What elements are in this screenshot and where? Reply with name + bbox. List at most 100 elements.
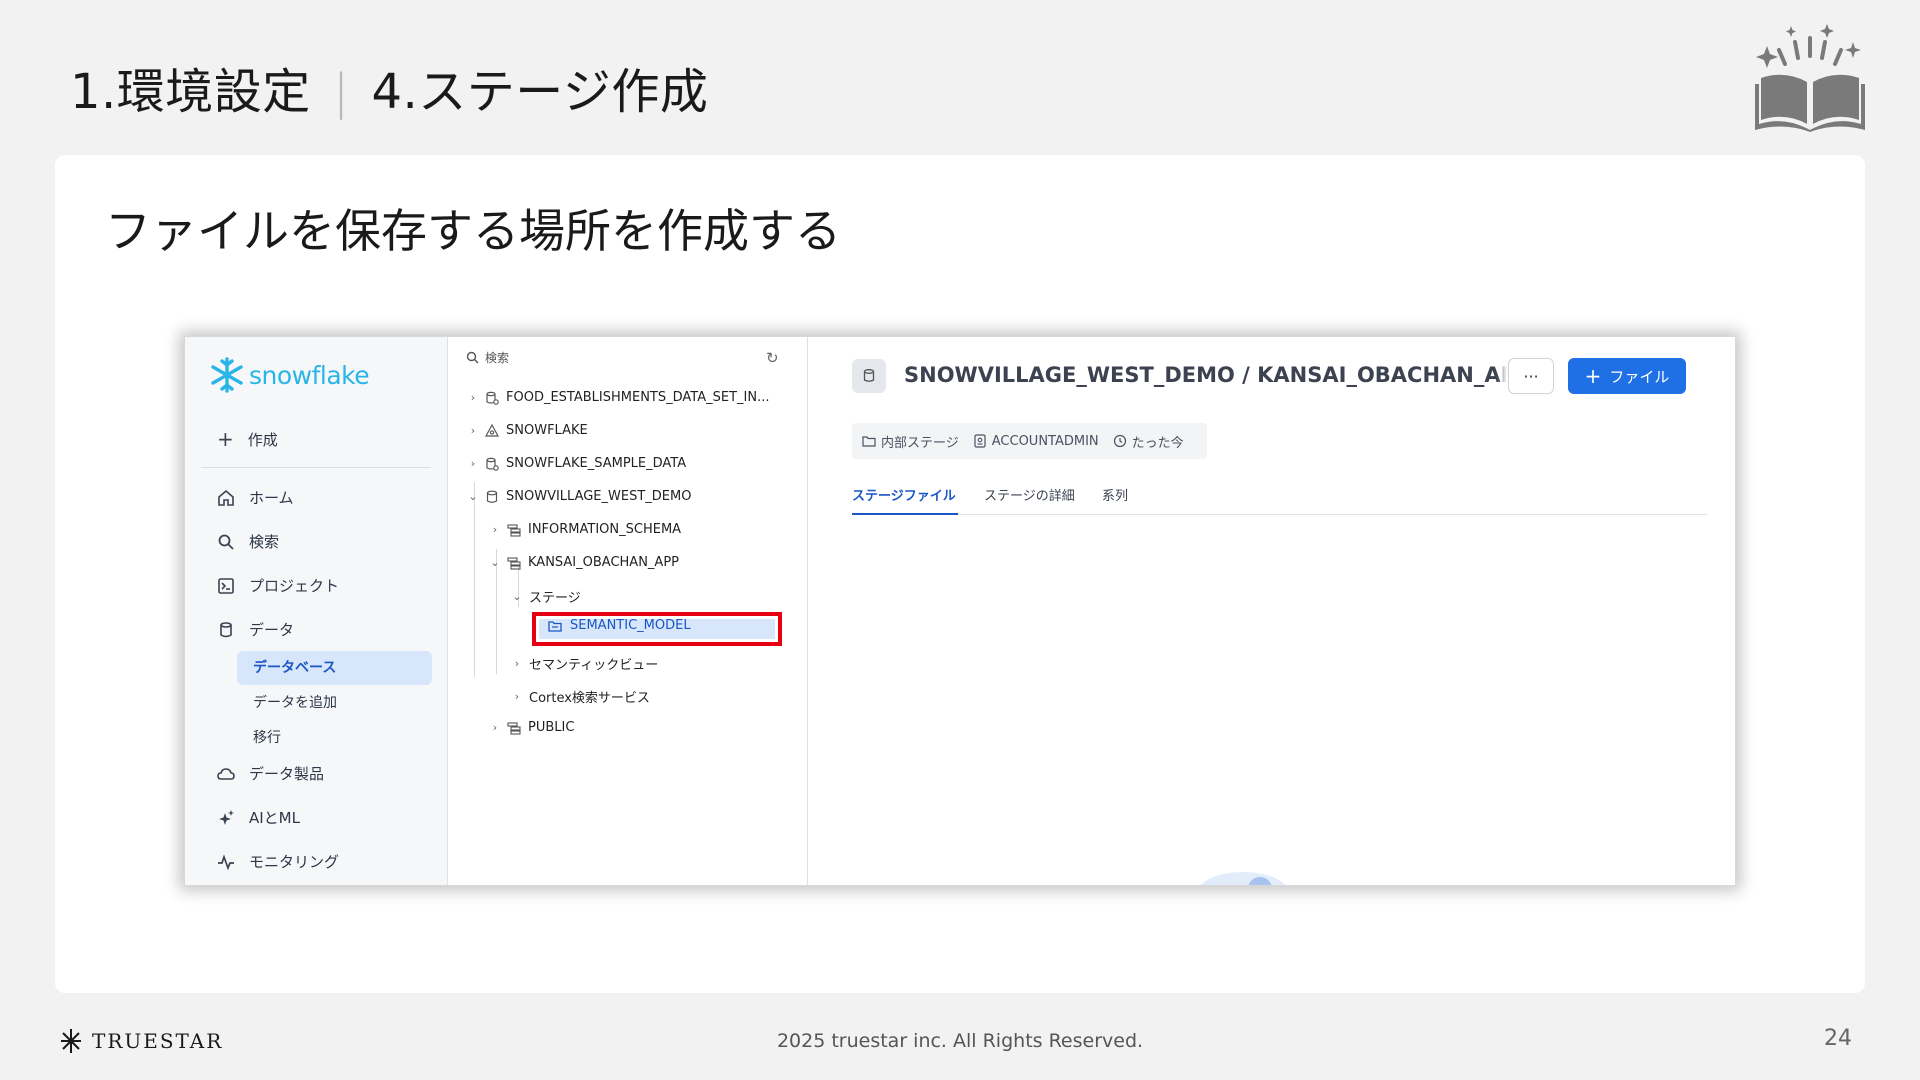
tab-stage-files[interactable]: ステージファイル <box>852 485 958 515</box>
stage-detail-panel: SNOWVILLAGE_WEST_DEMO / KANSAI_OBACHAN_A… <box>808 337 1735 885</box>
step-title: 4.ステージ作成 <box>371 64 709 120</box>
snowflake-screenshot: snowflake + 作成 ホーム 検索 プロジェクト データ データベース … <box>184 336 1736 886</box>
chevron-right-icon: › <box>470 424 476 437</box>
tree-row-label: SEMANTIC_MODEL <box>570 618 691 633</box>
tree-row-label: SNOWFLAKE <box>506 423 588 438</box>
chevron-right-icon: › <box>470 457 476 470</box>
role-meta: ACCOUNTADMIN <box>973 434 1099 449</box>
nav-item-monitoring[interactable]: モニタリング <box>217 851 339 872</box>
stage-meta-bar: 内部ステージ ACCOUNTADMIN たった今 <box>852 423 1207 459</box>
time-meta: たった今 <box>1113 432 1184 451</box>
nav-item-data-products[interactable]: データ製品 <box>217 763 324 784</box>
chevron-right-icon: › <box>492 721 498 734</box>
slide-title: 1.環境設定 | 4.ステージ作成 <box>70 52 708 122</box>
tree-row-label: Cortex検索サービス <box>529 691 650 706</box>
stage-icon <box>852 359 886 393</box>
nav-item-projects[interactable]: プロジェクト <box>217 575 339 596</box>
tree-row-label: セマンティックビュー <box>529 658 659 673</box>
nav-label: データ製品 <box>249 765 325 783</box>
tree-row-snowvillage[interactable]: ⌄ SNOWVILLAGE_WEST_DEMO <box>468 489 691 504</box>
snowflake-icon <box>211 357 243 393</box>
tree-row-public[interactable]: › PUBLIC <box>490 720 575 735</box>
schema-icon <box>507 556 521 570</box>
nav-item-search[interactable]: 検索 <box>217 531 279 552</box>
page-number: 24 <box>1824 1026 1852 1051</box>
nav-label: 検索 <box>249 533 280 551</box>
stage-type-meta: 内部ステージ <box>862 432 959 451</box>
chevron-down-icon: ⌄ <box>512 590 522 603</box>
tree-row-semantic-views[interactable]: › セマンティックビュー <box>512 654 658 673</box>
clock-icon <box>1113 434 1126 448</box>
nav-item-home[interactable]: ホーム <box>217 487 294 508</box>
tree-row-snowflake[interactable]: › SNOWFLAKE <box>468 423 588 438</box>
logo-text: snowflake <box>249 360 370 390</box>
tree-row-label: FOOD_ESTABLISHMENTS_DATA_SET_IN... <box>506 390 770 405</box>
tree-row-label: SNOWFLAKE_SAMPLE_DATA <box>506 456 687 471</box>
schema-icon <box>507 523 521 537</box>
plus-icon: + <box>1584 364 1602 388</box>
nav-sub-add-data[interactable]: データを追加 <box>237 686 432 720</box>
tree-row-semantic-model[interactable]: SEMANTIC_MODEL <box>548 618 691 633</box>
nav-label: AIとML <box>249 809 300 827</box>
create-button[interactable]: + 作成 <box>217 427 278 451</box>
tree-row-label: INFORMATION_SCHEMA <box>528 522 682 537</box>
stage-folder-icon <box>548 620 562 632</box>
role-label: ACCOUNTADMIN <box>991 433 1099 449</box>
tree-search-input[interactable]: 検索 <box>466 349 509 366</box>
tree-row-information-schema[interactable]: › INFORMATION_SCHEMA <box>490 522 681 537</box>
cloud-icon <box>217 767 235 780</box>
stage-folder-icon <box>862 436 876 447</box>
stage-type-label: 内部ステージ <box>881 435 959 451</box>
tree-row-cortex-search[interactable]: › Cortex検索サービス <box>512 687 650 706</box>
tree-row-stages[interactable]: ⌄ ステージ <box>512 587 581 606</box>
nav-label: ホーム <box>249 489 294 507</box>
search-icon <box>466 351 479 364</box>
nav-label: プロジェクト <box>249 577 340 595</box>
tree-row-label: KANSAI_OBACHAN_APP <box>528 555 679 570</box>
slide-subtitle: ファイルを保存する場所を作成する <box>105 204 841 258</box>
book-logo-icon <box>1755 24 1865 132</box>
tree-row-label: ステージ <box>529 591 581 606</box>
nav-sub-migration[interactable]: 移行 <box>237 721 432 755</box>
tree-row-kansai-obachan-app[interactable]: ⌄ KANSAI_OBACHAN_APP <box>490 555 679 570</box>
chevron-right-icon: › <box>492 523 498 536</box>
snowflake-logo[interactable]: snowflake <box>209 357 370 393</box>
chevron-right-icon: › <box>470 391 476 404</box>
copyright: 2025 truestar inc. All Rights Reserved. <box>776 1030 1144 1052</box>
nav-label: データ <box>249 621 295 639</box>
tree-guide-line <box>474 482 475 677</box>
tree-row-label: SNOWVILLAGE_WEST_DEMO <box>506 489 692 504</box>
home-icon <box>218 489 234 506</box>
nav-label: モニタリング <box>249 853 340 871</box>
refresh-icon[interactable]: ↻ <box>766 349 779 367</box>
plus-icon: + <box>217 427 234 451</box>
tree-row-sample-data[interactable]: › SNOWFLAKE_SAMPLE_DATA <box>468 456 686 471</box>
tree-row-label: PUBLIC <box>528 720 575 735</box>
tree-row-food[interactable]: › FOOD_ESTABLISHMENTS_DATA_SET_IN... <box>468 390 770 405</box>
tab-lineage[interactable]: 系列 <box>1102 485 1128 515</box>
schema-icon <box>507 721 521 735</box>
object-tree: 検索 ↻ › FOOD_ESTABLISHMENTS_DATA_SET_IN..… <box>448 337 808 885</box>
chevron-down-icon: ⌄ <box>490 556 500 569</box>
tab-stage-details[interactable]: ステージの詳細 <box>984 485 1075 515</box>
nav-item-ai-ml[interactable]: AIとML <box>217 807 300 828</box>
chevron-right-icon: › <box>514 657 520 670</box>
nav-sub-databases[interactable]: データベース <box>237 651 432 685</box>
database-icon <box>486 490 498 503</box>
left-navigation: snowflake + 作成 ホーム 検索 プロジェクト データ データベース … <box>185 337 448 885</box>
tree-search-placeholder: 検索 <box>485 351 510 365</box>
search-icon <box>218 534 234 550</box>
add-file-label: ファイル <box>1609 367 1670 386</box>
app-icon <box>485 423 499 437</box>
more-options-button[interactable]: ··· <box>1508 358 1554 394</box>
shared-database-icon <box>486 391 499 405</box>
title-separator: | <box>332 64 350 120</box>
stage-tabs: ステージファイル ステージの詳細 系列 <box>852 485 1707 515</box>
section-title: 1.環境設定 <box>70 64 311 120</box>
chevron-down-icon: ⌄ <box>468 490 478 503</box>
activity-icon <box>218 853 234 870</box>
nav-divider <box>201 467 431 468</box>
stage-path-title: SNOWVILLAGE_WEST_DEMO / KANSAI_OBACHAN_A… <box>904 363 1524 387</box>
add-file-button[interactable]: + ファイル <box>1568 358 1686 394</box>
nav-item-data[interactable]: データ <box>217 619 294 640</box>
